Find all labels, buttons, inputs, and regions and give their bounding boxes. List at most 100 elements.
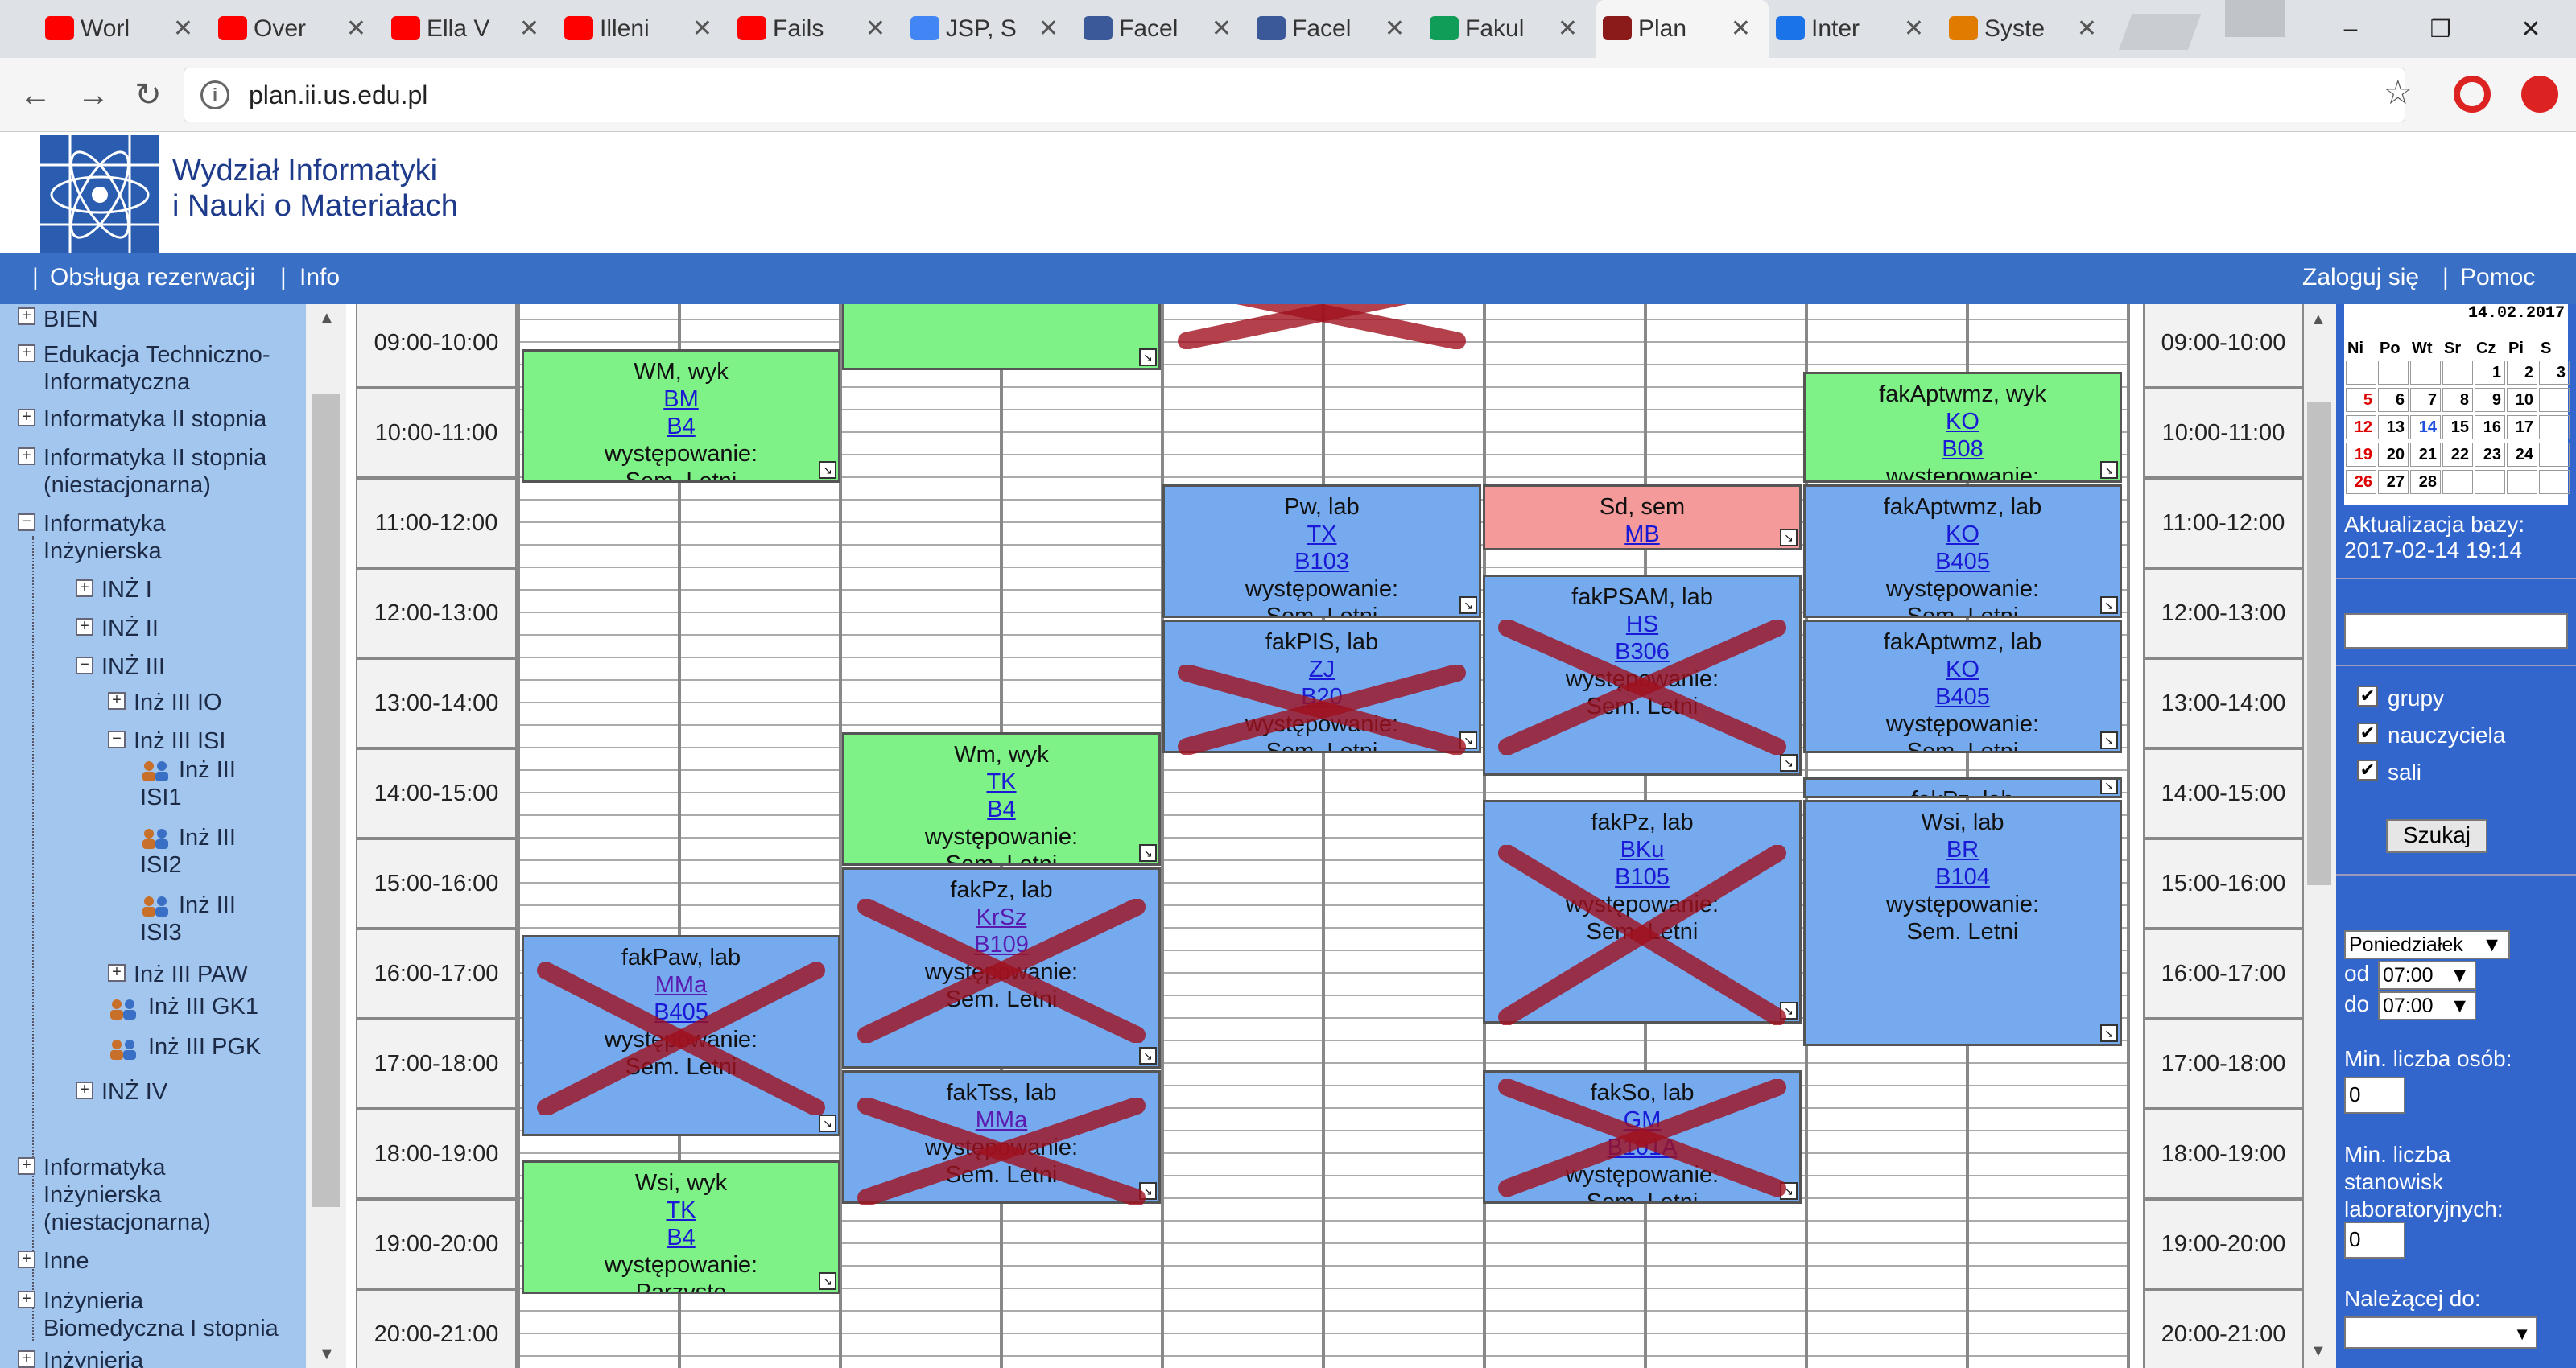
browser-tab[interactable]: Illeni ✕ (558, 0, 730, 58)
class-event[interactable]: fakSo, lab GM B101A występowanie: Sem. Letni… (1483, 1070, 1802, 1204)
tree-item-inf-ii-niestac-cont[interactable]: (niestacjonarna) (43, 472, 211, 499)
event-teacher-link[interactable]: MMa (524, 971, 838, 999)
expand-icon[interactable]: + (18, 344, 35, 362)
browser-tab[interactable]: Fakul ✕ (1423, 0, 1596, 58)
class-event[interactable]: fakPz, lab KrSz B109 występowanie: Sem. Letn… (842, 867, 1161, 1069)
event-room-link[interactable]: B101A (1485, 1134, 1799, 1161)
url-field[interactable]: i plan.ii.us.edu.pl (184, 68, 2405, 122)
class-event[interactable]: fakAptwmz, lab KO B405 występowanie: Sem. Le… (1803, 620, 2122, 753)
event-room-link[interactable]: B109 (844, 931, 1158, 958)
class-event[interactable]: Wm, wyk TK B4 występowanie: Sem. Letni ↘ (842, 732, 1161, 866)
calendar-day[interactable]: 17 (2507, 415, 2537, 439)
back-button[interactable]: ← (13, 72, 58, 117)
browser-tab[interactable]: Ella V ✕ (385, 0, 557, 58)
info-icon[interactable]: i (200, 80, 229, 109)
class-event[interactable]: fakPSAM, lab HS B306 występowanie: Sem. Letn… (1483, 575, 1802, 776)
browser-tab[interactable]: Inter ✕ (1769, 0, 1942, 58)
bookmark-star-icon[interactable]: ☆ (2383, 72, 2413, 112)
class-event[interactable]: WM, wyk BM B4 występowanie: Sem. Letni ↘ (522, 349, 840, 483)
expand-icon[interactable]: + (76, 579, 93, 597)
calendar-day[interactable]: 6 (2378, 388, 2409, 412)
close-tab-icon[interactable]: ✕ (865, 14, 886, 43)
event-room-link[interactable]: B405 (1806, 548, 2120, 575)
tree-item-inz-iii[interactable]: INŻ III (101, 653, 165, 681)
event-teacher-link[interactable]: BM (524, 385, 838, 413)
menu-reservations[interactable]: Obsługa rezerwacji (50, 264, 255, 291)
expand-corner-icon[interactable]: ↘ (1139, 348, 1157, 366)
close-tab-icon[interactable]: ✕ (2077, 14, 2097, 43)
calendar-day[interactable]: 7 (2410, 388, 2441, 412)
event-room-link[interactable]: B4 (524, 1224, 838, 1251)
expand-corner-icon[interactable]: ↘ (1459, 731, 1477, 749)
teachers-checkbox[interactable]: ✔ (2357, 723, 2378, 744)
tree-item-isi2-cont[interactable]: ISI2 (140, 851, 182, 879)
calendar-day[interactable] (2539, 388, 2570, 412)
event-teacher-link[interactable]: MB (1485, 521, 1799, 548)
expand-corner-icon[interactable]: ↘ (819, 461, 836, 479)
class-event[interactable]: fakPz, lab BKu B105 występowanie: Sem. Letni… (1483, 800, 1802, 1024)
expand-corner-icon[interactable]: ↘ (2100, 461, 2118, 479)
reload-button[interactable]: ↻ (126, 72, 171, 117)
tree-item-inf-ii[interactable]: Informatyka II stopnia (43, 406, 266, 433)
scroll-up-icon[interactable]: ▲ (2310, 311, 2326, 329)
event-teacher-link[interactable]: ZJ (1165, 656, 1479, 683)
browser-tab[interactable]: Facel ✕ (1077, 0, 1249, 58)
close-tab-icon[interactable]: ✕ (173, 14, 193, 43)
expand-corner-icon[interactable]: ↘ (1139, 1047, 1157, 1065)
event-room-link[interactable]: B20 (1165, 683, 1479, 711)
event-room-link[interactable]: B105 (1485, 863, 1799, 891)
calendar-day[interactable] (2507, 470, 2537, 494)
browser-tab[interactable]: Plan ✕ (1596, 0, 1769, 58)
close-tab-icon[interactable]: ✕ (1385, 14, 1405, 43)
calendar-day[interactable]: 10 (2507, 388, 2537, 412)
expand-icon[interactable]: + (108, 692, 126, 710)
tree-item-edukacja[interactable]: Edukacja Techniczno- (43, 341, 270, 369)
calendar-day[interactable]: 15 (2442, 415, 2473, 439)
tree-item-inf-inz[interactable]: Informatyka (43, 510, 166, 538)
class-event[interactable]: fakPIS, lab ZJ B20 występowanie: Sem. Letni ↘ (1162, 620, 1481, 753)
tree-item-isi3-cont[interactable]: ISI3 (140, 919, 182, 946)
expand-corner-icon[interactable]: ↘ (819, 1272, 836, 1290)
forward-button[interactable]: → (71, 72, 116, 117)
calendar-day[interactable]: 9 (2475, 388, 2505, 412)
calendar-day[interactable]: 27 (2378, 470, 2409, 494)
calendar-day[interactable]: 20 (2378, 443, 2409, 467)
calendar-day[interactable]: 5 (2346, 388, 2376, 412)
event-teacher-link[interactable]: GM (1485, 1106, 1799, 1134)
expand-icon[interactable]: + (18, 447, 35, 465)
expand-icon[interactable]: + (76, 1082, 93, 1099)
calendar-day[interactable]: 28 (2410, 470, 2441, 494)
event-room-link[interactable]: B405 (524, 999, 838, 1026)
expand-corner-icon[interactable]: ↘ (2100, 731, 2118, 749)
expand-corner-icon[interactable]: ↘ (1780, 1182, 1798, 1200)
event-teacher-link[interactable]: TX (1165, 521, 1479, 548)
scroll-up-icon[interactable]: ▲ (319, 309, 335, 328)
expand-corner-icon[interactable]: ↘ (1139, 844, 1157, 862)
event-teacher-link[interactable]: BR (1806, 836, 2120, 863)
close-tab-icon[interactable]: ✕ (346, 14, 366, 43)
browser-tab[interactable]: Worl ✕ (39, 0, 211, 58)
tree-item-inz-iii-isi[interactable]: Inż III ISI (134, 727, 225, 755)
calendar-day[interactable]: 3 (2539, 361, 2570, 385)
tree-item-inf-inz-niestac-cont1[interactable]: Inżynierska (43, 1181, 162, 1209)
collapse-icon[interactable]: − (108, 731, 126, 748)
menu-info[interactable]: Info (299, 264, 340, 291)
calendar-day[interactable]: 13 (2378, 415, 2409, 439)
opera-extension-icon[interactable] (2454, 76, 2491, 113)
calendar-day[interactable]: 16 (2475, 415, 2505, 439)
calendar-day[interactable] (2442, 361, 2473, 385)
belongs-select[interactable]: ▼ (2344, 1316, 2537, 1349)
expand-icon[interactable]: + (18, 1157, 35, 1175)
calendar-day[interactable]: 14 (2410, 415, 2441, 439)
calendar-day[interactable] (2410, 361, 2441, 385)
tree-item-inf-inz-niestac[interactable]: Informatyka (43, 1154, 166, 1181)
search-input[interactable] (2344, 613, 2568, 649)
close-tab-icon[interactable]: ✕ (519, 14, 539, 43)
from-time-select[interactable]: 07:00 ▼ (2378, 961, 2476, 990)
expand-icon[interactable]: + (108, 964, 126, 982)
event-teacher-link[interactable]: BKu (1485, 836, 1799, 863)
close-tab-icon[interactable]: ✕ (1904, 14, 1924, 43)
expand-corner-icon[interactable]: ↘ (1459, 596, 1477, 614)
expand-icon[interactable]: + (18, 1350, 35, 1368)
rooms-checkbox[interactable]: ✔ (2357, 760, 2378, 781)
